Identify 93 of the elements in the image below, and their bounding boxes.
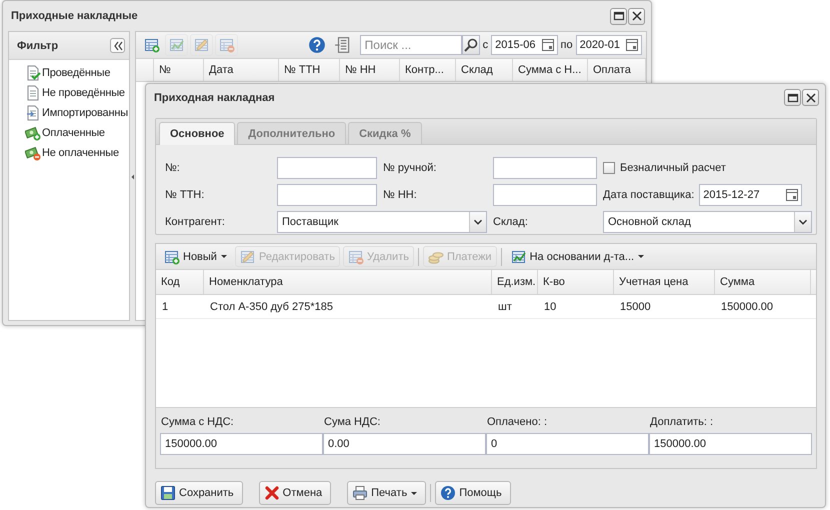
column-header[interactable]: Сумма [715,270,811,294]
maximize-button[interactable] [610,8,627,24]
chart-icon [510,248,527,264]
filter-item[interactable]: Оплаченные [9,123,130,143]
footer-button[interactable]: Сохранить [155,481,243,505]
window-title: Приходная накладная [154,92,275,104]
field-label: № НН: [383,189,418,201]
export-icon[interactable] [334,36,352,54]
column-header[interactable]: Сумма с Н... [513,59,588,81]
column-header[interactable]: Склад [456,59,513,81]
printer-icon [352,485,368,501]
date-field[interactable]: 2020-01 [576,35,642,55]
calendar-icon [784,187,800,203]
field-label: Дата поставщика: [603,189,694,201]
floppy-icon [160,485,176,501]
text-field[interactable]: 150000.00 [160,433,323,455]
text-field[interactable] [277,157,377,179]
help-icon[interactable] [308,36,326,54]
text-field[interactable] [493,184,597,206]
filter-item[interactable]: Проведённые [9,63,130,83]
pencil-icon [194,37,210,53]
calendar-icon [624,37,640,53]
pencil-icon [240,248,256,264]
money-minus-icon [25,145,41,161]
column-header[interactable]: Номенклатура [204,270,492,294]
footer-button[interactable]: Помощь [435,481,511,505]
document-arrow-icon [25,105,41,121]
search-icon [462,37,479,53]
table-cell-text: 1 [161,300,170,314]
money-plus-icon [25,125,41,141]
combo-field[interactable]: Основной склад [603,211,812,233]
table-delete-icon [348,248,364,264]
field-label: Контрагент: [165,216,226,228]
cross-icon [264,485,280,501]
field-label: № ручной: [383,162,438,174]
table-cell-text: Стол А-350 дуб 275*185 [209,300,334,314]
window-title: Приходные накладные [11,10,138,22]
combo-field[interactable]: Поставщик [277,211,487,233]
document-icon [25,85,41,101]
date-to-label: по [560,39,574,51]
column-header[interactable]: № ТТН [279,59,340,81]
table-cell-text: шт [497,300,513,314]
column-header[interactable]: Ед.изм. [492,270,538,294]
table-add-icon [164,248,180,264]
search-field[interactable]: Поиск ... [360,35,462,55]
table-cell-text: 10 [543,300,558,314]
column-header[interactable]: № НН [340,59,400,81]
filter-item[interactable]: Не оплаченные [9,143,130,163]
field-label: Склад: [493,216,529,228]
close-button[interactable] [628,8,645,24]
table-cell-text: 150000.00 [720,300,774,314]
date-from-label: с [482,39,490,51]
calendar-icon [540,37,556,53]
checkbox-label: Безналичный расчет [620,162,726,174]
table-add-icon [144,37,160,53]
filter-item[interactable]: Не проведённые [9,83,130,103]
field-label: № ТТН: [165,189,206,201]
table-cell-text: 15000 [619,300,652,314]
field-label: Сума НДС: [323,416,382,428]
footer-button[interactable]: Печать [347,481,426,505]
column-header[interactable]: Учетная цена [614,270,715,294]
column-header[interactable]: К-во [538,270,614,294]
field-label: Сумма с НДС: [160,416,235,428]
filter-item[interactable]: Импортированны [9,103,130,123]
column-header[interactable]: Оплата [588,59,646,81]
search-button[interactable] [462,35,480,55]
maximize-button[interactable] [784,89,801,106]
column-header[interactable]: № [154,59,204,81]
toolbar-button[interactable]: На основании д-та... [506,246,650,267]
chart-icon [168,37,184,53]
checkbox[interactable] [603,162,615,174]
document-check-icon [25,65,41,81]
panel-title: Фильтр [17,40,58,52]
text-field[interactable] [493,157,597,179]
toolbar-button[interactable]: Новый [159,246,232,267]
help-icon [440,485,456,501]
text-field[interactable] [277,184,377,206]
collapse-button[interactable] [110,38,126,53]
date-field[interactable]: 2015-06 [491,35,558,55]
date-field[interactable]: 2015-12-27 [699,184,802,206]
field-label: Оплачено: : [486,416,548,428]
table-delete-icon [218,37,234,53]
close-button[interactable] [802,89,819,106]
text-field[interactable]: 150000.00 [649,433,812,455]
column-header[interactable]: Контр... [400,59,456,81]
column-header[interactable]: Код [156,270,204,294]
text-field[interactable]: 0.00 [323,433,486,455]
footer-button[interactable]: Отмена [258,481,332,505]
column-header[interactable]: Дата [204,59,279,81]
field-label: №: [165,162,181,174]
field-label: Доплатить: : [649,416,714,428]
text-field[interactable]: 0 [486,433,649,455]
tab[interactable]: Основное [159,122,236,145]
